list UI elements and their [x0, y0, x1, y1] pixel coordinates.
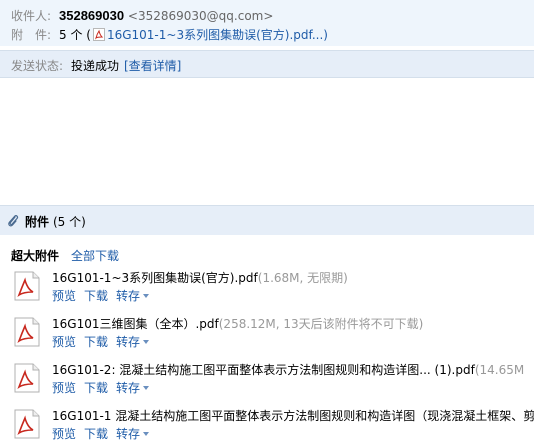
save-to-dropdown[interactable]: 转存: [116, 381, 149, 395]
attachment-item: 16G101三维图集（全本）.pdf(258.12M, 13天后该附件将不可下载…: [11, 315, 534, 355]
attachment-name: 16G101三维图集（全本）.pdf(258.12M, 13天后该附件将不可下载…: [52, 317, 424, 331]
pdf-file-icon[interactable]: [11, 317, 43, 347]
attachment-actions: 预览 下载 转存: [52, 425, 157, 442]
attachment-item: 16G101-1~3系列图集勘误(官方).pdf(1.68M, 无限期) 预览下…: [11, 269, 534, 309]
download-link[interactable]: 下载: [84, 289, 108, 303]
send-status-value: 投递成功: [71, 59, 120, 73]
download-link[interactable]: 下载: [84, 427, 108, 441]
pdf-file-icon[interactable]: [11, 271, 43, 301]
first-attachment-link[interactable]: 16G101-1~3系列图集勘误(官方).pdf...): [107, 28, 328, 42]
download-all-link[interactable]: 全部下载: [71, 247, 119, 264]
preview-link[interactable]: 预览: [52, 289, 76, 303]
download-link[interactable]: 下载: [84, 381, 108, 395]
send-status-label: 发送状态:: [11, 59, 64, 73]
attachment-actions: 预览 下载 转存: [52, 379, 157, 396]
pdf-icon: [92, 28, 105, 41]
attachment-name: 16G101-1 混凝土结构施工图平面整体表示方法制图规则和构造详图（现浇混凝土…: [52, 409, 534, 423]
attachment-name: 16G101-2: 混凝土结构施工图平面整体表示方法制图规则和构造详图... (…: [52, 363, 525, 377]
attachment-summary-row: 附 件: 5 个 ( 16G101-1~3系列图集勘误(官方).pdf...): [11, 26, 328, 43]
attachment-count: 5 个 (: [59, 28, 91, 42]
preview-link[interactable]: 预览: [52, 427, 76, 441]
mail-header: 收件人: 352869030 <352869030@qq.com> 附 件: 5 个…: [0, 0, 534, 46]
attachment-item: 16G101-1 混凝土结构施工图平面整体表示方法制图规则和构造详图（现浇混凝土…: [11, 407, 534, 447]
recipient-name[interactable]: 352869030: [59, 8, 124, 23]
paperclip-icon: [8, 215, 19, 227]
attachment-item: 16G101-2: 混凝土结构施工图平面整体表示方法制图规则和构造详图... (…: [11, 361, 534, 401]
attachments-header: 附件 (5 个): [0, 205, 534, 235]
preview-link[interactable]: 预览: [52, 335, 76, 349]
preview-link[interactable]: 预览: [52, 381, 76, 395]
attachment-actions: 预览 下载 转存: [52, 287, 157, 304]
save-to-dropdown[interactable]: 转存: [116, 335, 149, 349]
send-status-bar: 发送状态: 投递成功 [查看详情]: [0, 50, 534, 78]
download-link[interactable]: 下载: [84, 335, 108, 349]
pdf-file-icon[interactable]: [11, 363, 43, 393]
recipient-row: 收件人: 352869030 <352869030@qq.com>: [11, 7, 273, 24]
save-to-dropdown[interactable]: 转存: [116, 427, 149, 441]
view-details-link[interactable]: [查看详情]: [124, 57, 181, 74]
attachments-count: (5 个): [53, 215, 86, 229]
save-to-dropdown[interactable]: 转存: [116, 289, 149, 303]
attachments-title: 附件: [25, 215, 50, 229]
attachment-actions: 预览 下载 转存: [52, 333, 157, 350]
attachment-name: 16G101-1~3系列图集勘误(官方).pdf(1.68M, 无限期): [52, 271, 348, 285]
recipient-email[interactable]: <352869030@qq.com>: [128, 9, 274, 23]
recipient-label: 收件人:: [11, 9, 52, 23]
large-attachments-label: 超大附件: [11, 249, 60, 263]
pdf-file-icon[interactable]: [11, 409, 43, 439]
attachment-label: 附 件:: [11, 28, 52, 42]
